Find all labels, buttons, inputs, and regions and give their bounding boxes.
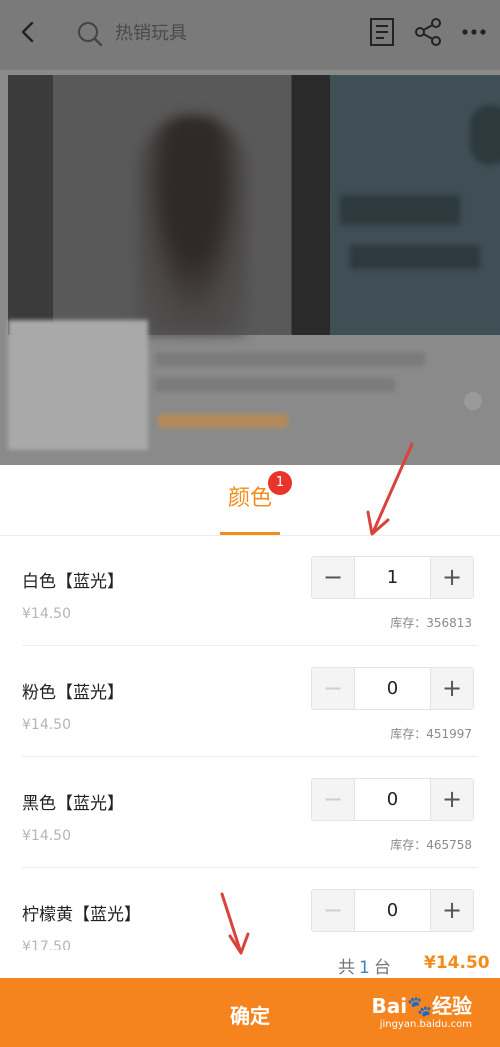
watermark: Bai🐾经验 jingyan.baidu.com [372,990,473,1030]
minus-button[interactable]: − [312,890,354,931]
item-stock: 库存：465758 [390,838,472,852]
item-price: ¥14.50 [22,828,71,844]
product-price-blurred [158,414,288,428]
item-name: 黑色【蓝光】 [22,794,124,814]
item-stock: 库存：451997 [390,727,472,741]
annotation-arrow-icon [366,442,414,536]
share-icon[interactable] [412,16,444,48]
minus-button[interactable]: − [312,668,354,709]
minus-button[interactable]: − [312,779,354,820]
total-amount: ¥14.50 [424,953,490,973]
quantity-value[interactable]: 1 [354,557,431,598]
quantity-stepper: − 0 + [311,667,474,710]
product-description-blurred [155,352,435,404]
list-item: 黑色【蓝光】 ¥14.50 − 0 + 库存：465758 [0,757,500,868]
total-prefix: 共 [338,958,355,978]
spec-tabs: 颜色 1 [0,465,500,536]
total-count-number: 1 [359,958,370,978]
back-icon[interactable] [14,18,42,46]
plus-button[interactable]: + [431,557,473,598]
watermark-logo: Bai🐾经验 [371,994,473,1018]
item-name: 粉色【蓝光】 [22,683,124,703]
item-name: 柠檬黄【蓝光】 [22,905,141,925]
annotation-arrow-icon [220,892,250,955]
search-input[interactable]: 热销玩具 [115,20,187,48]
item-price: ¥14.50 [22,717,71,733]
item-price: ¥17.50 [22,939,71,950]
search-icon[interactable] [76,20,104,48]
quantity-stepper: − 1 + [311,556,474,599]
quantity-value[interactable]: 0 [354,779,431,820]
quantity-stepper: − 0 + [311,889,474,932]
quantity-value[interactable]: 0 [354,890,431,931]
total-unit: 台 [373,958,391,978]
list-item: 白色【蓝光】 ¥14.50 − 1 + 库存：356813 [0,535,500,646]
top-navigation-bar: 热销玩具 [0,0,500,70]
plus-button[interactable]: + [431,779,473,820]
watermark-url: jingyan.baidu.com [379,1019,472,1030]
product-image-main [8,75,330,335]
more-icon[interactable] [458,16,490,48]
quantity-value[interactable]: 0 [354,668,431,709]
plus-button[interactable]: + [431,668,473,709]
total-count: 共1台 [338,953,391,978]
plus-button[interactable]: + [431,890,473,931]
product-thumbnail [8,320,148,450]
minus-button[interactable]: − [312,557,354,598]
product-chevron-icon [464,392,482,410]
item-name: 白色【蓝光】 [22,572,124,592]
item-stock: 库存：356813 [390,616,472,630]
quantity-stepper: − 0 + [311,778,474,821]
document-icon[interactable] [366,16,398,48]
item-price: ¥14.50 [22,606,71,622]
selection-count-badge: 1 [268,471,292,495]
background-product-page [0,0,500,470]
tab-color-label: 颜色 [227,486,272,511]
confirm-button[interactable]: 确定 Bai🐾经验 jingyan.baidu.com [0,978,500,1047]
product-image-secondary [330,75,500,335]
color-option-list: 白色【蓝光】 ¥14.50 − 1 + 库存：356813 粉色【蓝光】 ¥14… [0,535,500,950]
product-image-figure [138,115,248,335]
list-item: 粉色【蓝光】 ¥14.50 − 0 + 库存：451997 [0,646,500,757]
